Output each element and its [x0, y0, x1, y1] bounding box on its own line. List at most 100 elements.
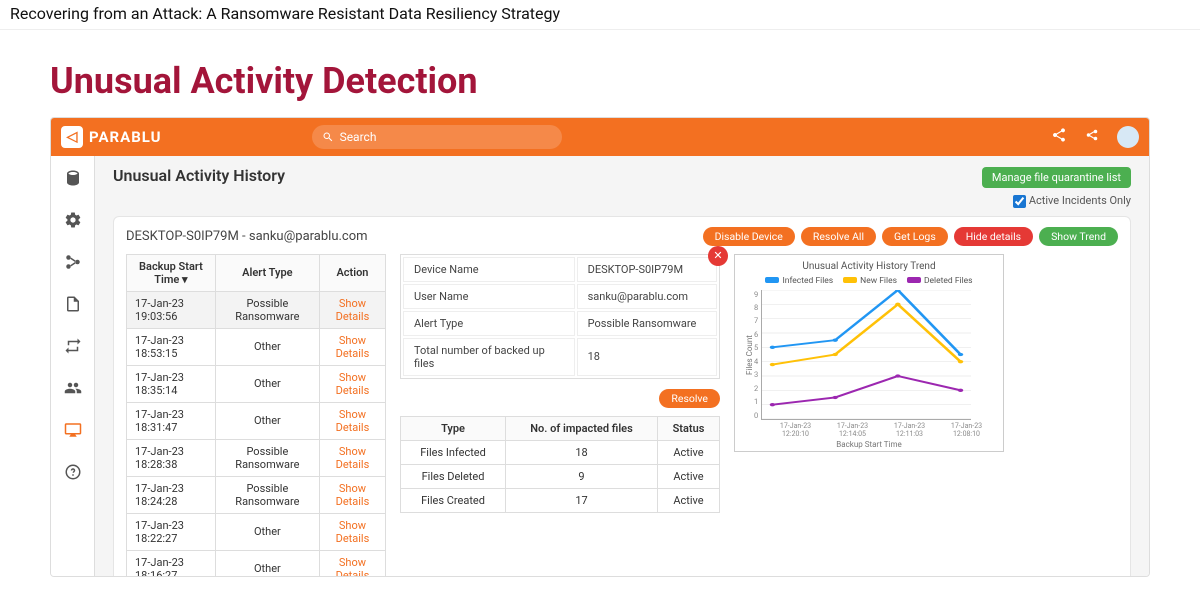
cell-impact-type: Files Infected: [401, 440, 506, 464]
sidebar-item-report[interactable]: [59, 292, 87, 316]
table-row[interactable]: 17-Jan-23 18:28:38Possible Ransomware Sho…: [127, 439, 386, 476]
details-kv-table: Device NameDESKTOP-S0IP79MUser Namesanku…: [400, 254, 720, 379]
cell-type: Possible Ransomware: [215, 291, 319, 328]
app-body: Unusual Activity History Manage file qua…: [51, 156, 1149, 576]
chart-plot: [761, 290, 971, 420]
show-details-link[interactable]: Show Details: [336, 334, 370, 360]
show-details-link[interactable]: Show Details: [336, 445, 370, 471]
col-type[interactable]: Alert Type: [215, 254, 319, 291]
hide-details-button[interactable]: Hide details: [954, 227, 1033, 246]
sidebar-item-devices[interactable]: [59, 418, 87, 442]
slide-area: Unusual Activity Detection ◁ PARABLU: [0, 30, 1200, 587]
kv-key: User Name: [403, 284, 575, 309]
cell-impact-count: 17: [506, 488, 658, 512]
active-only-checkbox[interactable]: [1013, 195, 1026, 208]
cell-impact-status: Active: [657, 440, 719, 464]
sidebar-item-users[interactable]: [59, 376, 87, 400]
legend-item: Infected Files: [765, 276, 833, 286]
kv-val: 18: [577, 338, 717, 376]
sidebar: [51, 156, 95, 576]
cell-impact-type: Files Deleted: [401, 464, 506, 488]
kv-key: Total number of backed up files: [403, 338, 575, 376]
cell-type: Other: [215, 328, 319, 365]
cell-time: 17-Jan-23 19:03:56: [127, 291, 216, 328]
cell-impact-status: Active: [657, 464, 719, 488]
kv-key: Alert Type: [403, 311, 575, 336]
disable-device-button[interactable]: Disable Device: [703, 227, 795, 246]
chart-legend: Infected FilesNew FilesDeleted Files: [743, 276, 995, 286]
resolve-all-button[interactable]: Resolve All: [801, 227, 876, 246]
panel-title: Unusual Activity History: [113, 166, 285, 185]
chart-yticks: 9876543210: [754, 290, 761, 420]
sidebar-item-transfer[interactable]: [59, 334, 87, 358]
sidebar-item-storage[interactable]: [59, 166, 87, 190]
table-row[interactable]: 17-Jan-23 18:24:28Possible Ransomware Sho…: [127, 476, 386, 513]
cell-time: 17-Jan-23 18:28:38: [127, 439, 216, 476]
search-input[interactable]: [340, 130, 552, 144]
show-details-link[interactable]: Show Details: [336, 519, 370, 545]
share-alt-icon[interactable]: [1085, 128, 1099, 146]
chart-xlabel: Backup Start Time: [743, 440, 995, 449]
cell-impact-count: 18: [506, 440, 658, 464]
table-row[interactable]: 17-Jan-23 18:22:27OtherShow Details: [127, 513, 386, 550]
app-window: ◁ PARABLU: [50, 117, 1150, 577]
file-icon: [64, 295, 82, 313]
resolve-button[interactable]: Resolve: [659, 389, 720, 408]
table-row: Files Created17Active: [401, 488, 720, 512]
show-details-link[interactable]: Show Details: [336, 297, 370, 323]
database-icon: [64, 169, 82, 187]
sidebar-item-help[interactable]: [59, 460, 87, 484]
cell-time: 17-Jan-23 18:24:28: [127, 476, 216, 513]
table-row[interactable]: 17-Jan-23 18:35:14Other Show Details: [127, 365, 386, 402]
chart-ylabel: Files Count: [743, 290, 754, 420]
get-logs-button[interactable]: Get Logs: [882, 227, 948, 246]
cell-time: 17-Jan-23 18:35:14: [127, 365, 216, 402]
table-row[interactable]: 17-Jan-23 19:03:56Possible Ransomware Sho…: [127, 291, 386, 328]
cell-type: Possible Ransomware: [215, 439, 319, 476]
search-box[interactable]: [312, 125, 562, 149]
show-details-link[interactable]: Show Details: [336, 408, 370, 434]
device-card: DESKTOP-S0IP79M - sanku@parablu.com Disa…: [113, 216, 1131, 576]
table-row[interactable]: 17-Jan-23 18:53:15Other Show Details: [127, 328, 386, 365]
cell-type: Other: [215, 402, 319, 439]
show-details-link[interactable]: Show Details: [336, 371, 370, 397]
brand-icon: ◁: [61, 126, 83, 148]
table-row: Files Deleted9Active: [401, 464, 720, 488]
gears-icon: [64, 211, 82, 229]
cell-impact-type: Files Created: [401, 488, 506, 512]
alerts-table: Backup Start Time ▾ Alert Type Action 17…: [126, 254, 386, 576]
table-row[interactable]: 17-Jan-23 18:16:27OtherShow Details: [127, 550, 386, 576]
brand[interactable]: ◁ PARABLU: [61, 126, 162, 148]
active-only-label: Active Incidents Only: [1029, 194, 1131, 207]
kv-val: DESKTOP-S0IP79M: [577, 257, 717, 282]
col-impact-type: Type: [401, 416, 506, 440]
kv-row: Device NameDESKTOP-S0IP79M: [403, 257, 717, 282]
show-details-link[interactable]: Show Details: [336, 556, 370, 576]
cell-type: Other: [215, 365, 319, 402]
col-time[interactable]: Backup Start Time ▾: [127, 254, 216, 291]
share-icon[interactable]: [1051, 127, 1067, 147]
users-icon: [64, 379, 82, 397]
kv-val: Possible Ransomware: [577, 311, 717, 336]
arrows-icon: [64, 337, 82, 355]
sidebar-item-settings[interactable]: [59, 208, 87, 232]
kv-row: Alert TypePossible Ransomware: [403, 311, 717, 336]
avatar[interactable]: [1117, 126, 1139, 148]
active-only-toggle[interactable]: Active Incidents Only: [1013, 194, 1131, 207]
sidebar-item-share[interactable]: [59, 250, 87, 274]
kv-key: Device Name: [403, 257, 575, 282]
main: Unusual Activity History Manage file qua…: [95, 156, 1149, 576]
cell-type: Possible Ransomware: [215, 476, 319, 513]
slide-heading: Unusual Activity Detection: [50, 60, 1150, 102]
brand-text: PARABLU: [89, 128, 162, 146]
show-details-link[interactable]: Show Details: [336, 482, 370, 508]
table-row[interactable]: 17-Jan-23 18:31:47OtherShow Details: [127, 402, 386, 439]
close-details-button[interactable]: ✕: [708, 246, 728, 266]
share-tree-icon: [64, 253, 82, 271]
cell-time: 17-Jan-23 18:53:15: [127, 328, 216, 365]
show-trend-button[interactable]: Show Trend: [1039, 227, 1118, 246]
manage-quarantine-button[interactable]: Manage file quarantine list: [982, 167, 1131, 188]
topbar: ◁ PARABLU: [51, 118, 1149, 156]
trend-chart: Unusual Activity History Trend Infected …: [734, 254, 1004, 452]
cell-time: 17-Jan-23 18:22:27: [127, 513, 216, 550]
